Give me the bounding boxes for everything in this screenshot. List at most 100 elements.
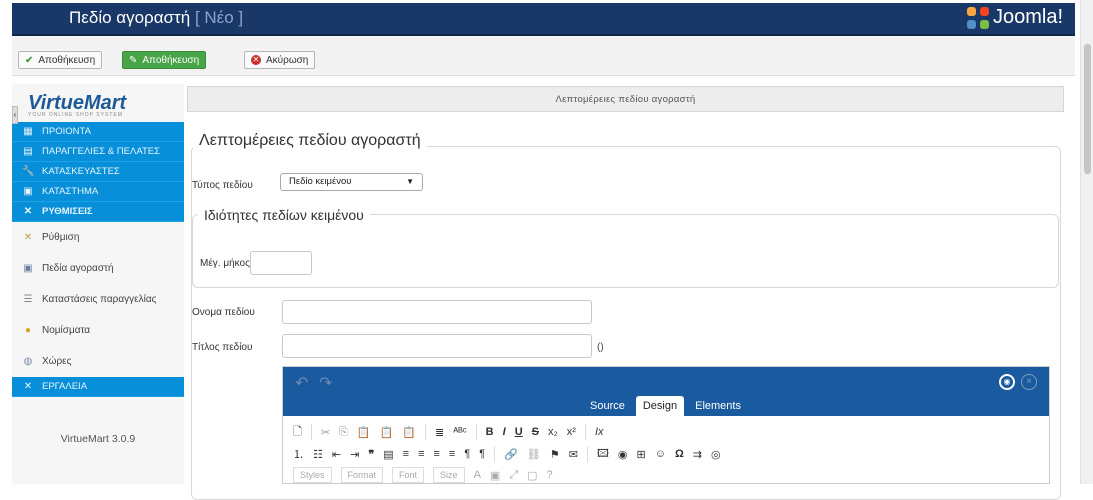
sidebar-subitem-label: Καταστάσεις παραγγελίας (42, 294, 157, 305)
strikethrough-icon[interactable]: S (532, 426, 539, 438)
joomla-brand-text: Joomla! (992, 6, 1063, 28)
zoom-icon[interactable]: ◉ (999, 374, 1015, 390)
blockquote-icon[interactable]: ❞ (368, 448, 374, 461)
numbered-list-icon[interactable]: ⒈ (293, 446, 304, 462)
editor-toolbar-row-1: 🗋 ✂ ⎘ 📋 📋 📋 ≣ ᴬᴮᶜ B I U S x₂ x² Ix (283, 421, 1049, 443)
help-icon[interactable]: ? (547, 469, 553, 481)
div-icon[interactable]: ▤ (383, 448, 393, 461)
email-icon[interactable]: ✉ (569, 448, 578, 461)
new-document-icon[interactable]: 🗋 (293, 423, 302, 442)
close-icon[interactable]: × (1021, 374, 1037, 390)
sidebar-menu: ▦ ΠΡΟΙΟΝΤΑ ▤ ΠΑΡΑΓΓΕΛΙΕΣ & ΠΕΛΑΤΕΣ 🔧 ΚΑΤ… (12, 122, 184, 397)
editor-toolbar-row-2: ⒈ ☷ ⇤ ⇥ ❞ ▤ ≡ ≡ ≡ ≡ ¶ ¶ 🔗 ⛓ ⚑ ✉ 🖾 ◉ ⊞ ☺ … (283, 443, 1049, 465)
field-type-select[interactable]: Πεδίο κειμένου ▼ (280, 173, 423, 191)
font-dropdown[interactable]: Font (392, 467, 425, 483)
styles-dropdown[interactable]: Styles (293, 467, 332, 483)
copy-icon[interactable]: ⎘ (339, 426, 348, 439)
cancel-button[interactable]: ✕ Ακύρωση (244, 51, 316, 69)
outdent-icon[interactable]: ⇤ (332, 448, 341, 461)
sidebar-item-tools[interactable]: ✕ ΕΡΓΑΛΕΙΑ (12, 377, 184, 397)
sidebar-item-label: ΚΑΤΑΣΚΕΥΑΣΤΕΣ (42, 166, 120, 177)
align-left-icon[interactable]: ≡ (403, 448, 409, 460)
special-char-icon[interactable]: Ω (675, 448, 684, 460)
page-title: Πεδίο αγοραστή [ Νέο ] (69, 8, 243, 28)
version-label: VirtueMart 3.0.9 (60, 433, 136, 445)
text-color-icon[interactable]: A (474, 469, 481, 481)
sidebar-subitem-countries[interactable]: ◍ Χώρες (12, 346, 184, 377)
format-dropdown[interactable]: Format (340, 467, 384, 483)
sidebar-subitem-order-statuses[interactable]: ☰ Καταστάσεις παραγγελίας (12, 284, 184, 315)
sidebar-item-label: ΕΡΓΑΛΕΙΑ (42, 381, 88, 392)
size-dropdown[interactable]: Size (433, 467, 465, 483)
joomla-logo[interactable]: Joomla! (966, 6, 1063, 29)
sidebar-item-settings[interactable]: ✕ ΡΥΘΜΙΣΕΙΣ (12, 202, 184, 222)
sidebar-subitem-configuration[interactable]: ✕ Ρύθμιση (12, 222, 184, 253)
sidebar-item-label: ΠΑΡΑΓΓΕΛΙΕΣ & ΠΕΛΑΤΕΣ (42, 146, 160, 157)
check-icon: ✔ (25, 54, 34, 66)
sidebar-subitem-shopper-fields[interactable]: ▣ Πεδία αγοραστή (12, 253, 184, 284)
tab-source[interactable]: Source (583, 396, 632, 416)
anchor-icon[interactable]: ⚑ (550, 448, 560, 461)
max-length-input[interactable] (250, 251, 312, 275)
superscript-icon[interactable]: x² (567, 426, 576, 438)
undo-icon[interactable]: ↶ (295, 373, 308, 393)
sidebar-item-products[interactable]: ▦ ΠΡΟΙΟΝΤΑ (12, 122, 184, 142)
wrench-icon: 🔧 (22, 165, 35, 177)
clear-format-icon[interactable]: Ix (595, 426, 604, 438)
italic-icon[interactable]: I (503, 426, 506, 438)
save-and-close-button[interactable]: ✎ Αποθήκευση (122, 51, 207, 69)
field-name-input[interactable] (282, 300, 592, 324)
bold-icon[interactable]: B (486, 426, 494, 438)
subscript-icon[interactable]: x₂ (548, 426, 558, 438)
rtl-icon[interactable]: ¶ (479, 448, 485, 460)
flash-icon[interactable]: ◉ (618, 448, 628, 461)
image-icon[interactable]: 🖾 (597, 445, 609, 464)
smiley-icon[interactable]: ☺ (655, 448, 666, 460)
tab-elements[interactable]: Elements (688, 396, 748, 416)
align-block-icon[interactable]: ≣ (435, 426, 444, 439)
redo-icon[interactable]: ↷ (319, 373, 332, 393)
scrollbar-thumb[interactable] (1084, 44, 1091, 174)
field-name-label: Ονομα πεδίου (192, 307, 255, 318)
underline-icon[interactable]: U (515, 426, 523, 438)
page-scrollbar[interactable] (1080, 0, 1093, 484)
link-icon[interactable]: 🔗 (504, 448, 518, 461)
virtuemart-logo[interactable]: VirtueMart YOUR ONLINE SHOP SYSTEM (28, 92, 126, 124)
indent-icon[interactable]: ⇥ (350, 448, 359, 461)
sidebar-subitem-label: Νομίσματα (42, 325, 91, 336)
field-title-input[interactable] (282, 334, 592, 358)
sidebar-collapse-handle[interactable]: ‹ (12, 106, 18, 124)
align-right-icon[interactable]: ≡ (433, 448, 439, 460)
save-button[interactable]: ✔ Αποθήκευση (18, 51, 103, 69)
page-break-icon[interactable]: ⇉ (693, 448, 702, 461)
cut-icon[interactable]: ✂ (321, 426, 330, 439)
background-color-icon[interactable]: ▣ (490, 469, 500, 482)
ltr-icon[interactable]: ¶ (464, 448, 470, 460)
sidebar-subitem-currencies[interactable]: ● Νομίσματα (12, 315, 184, 346)
align-center-icon[interactable]: ≡ (418, 448, 424, 460)
editor-header: ↶ ↷ ◉ × Source Design Elements (283, 367, 1049, 416)
coins-icon: ● (24, 324, 32, 336)
justify-icon[interactable]: ≡ (449, 448, 455, 460)
tab-design[interactable]: Design (635, 396, 685, 416)
save-and-close-label: Αποθήκευση (142, 54, 200, 66)
chevron-down-icon: ▼ (406, 177, 414, 186)
sidebar-item-manufacturers[interactable]: 🔧 ΚΑΤΑΣΚΕΥΑΣΤΕΣ (12, 162, 184, 182)
unlink-icon[interactable]: ⛓ (527, 448, 541, 461)
bullet-list-icon[interactable]: ☷ (313, 448, 323, 461)
shop-icon: ▣ (23, 185, 33, 197)
maximize-icon[interactable]: ⤢ (509, 469, 518, 482)
paste-text-icon[interactable]: 📋 (380, 426, 394, 439)
sidebar-item-label: ΚΑΤΑΣΤΗΜΑ (42, 186, 99, 197)
editor-toolbar-row-3: Styles Format Font Size A ▣ ⤢ ▢ ? (283, 464, 1049, 486)
sidebar-subitem-label: Χώρες (42, 356, 72, 367)
logo-text: VirtueMart (28, 92, 127, 114)
sidebar-item-shop[interactable]: ▣ ΚΑΤΑΣΤΗΜΑ (12, 182, 184, 202)
spellcheck-icon[interactable]: ᴬᴮᶜ (453, 426, 466, 438)
paste-word-icon[interactable]: 📋 (402, 426, 416, 439)
iframe-icon[interactable]: ◎ (711, 448, 721, 461)
paste-icon[interactable]: 📋 (357, 426, 371, 439)
sidebar-item-orders[interactable]: ▤ ΠΑΡΑΓΓΕΛΙΕΣ & ΠΕΛΑΤΕΣ (12, 142, 184, 162)
show-blocks-icon[interactable]: ▢ (527, 469, 537, 482)
table-icon[interactable]: ⊞ (637, 448, 646, 461)
